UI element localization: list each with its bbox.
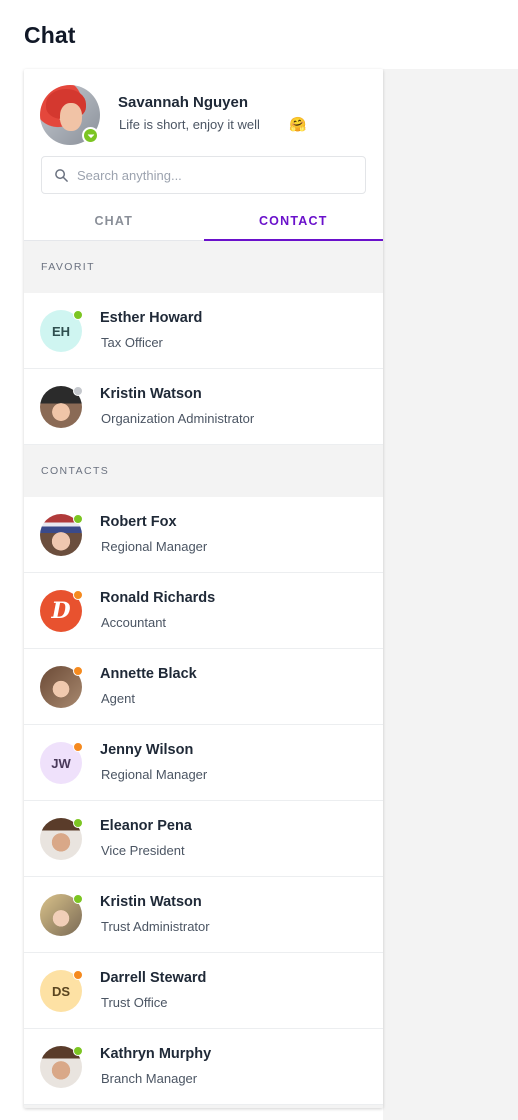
chat-content-area [383, 69, 518, 1120]
contact-role: Trust Administrator [101, 919, 210, 934]
status-dot-away [73, 970, 83, 980]
contact-role: Agent [101, 691, 135, 706]
list-footer-strip [24, 1105, 383, 1108]
profile-header: Savannah Nguyen Life is short, enjoy it … [24, 69, 383, 241]
profile-status-message: Life is short, enjoy it well [119, 117, 260, 132]
contact-row[interactable]: Robert Fox Regional Manager [24, 497, 383, 573]
chevron-down-icon [87, 133, 94, 138]
contact-name: Jenny Wilson [100, 742, 194, 758]
contact-role: Accountant [101, 615, 167, 630]
contact-role: Vice President [101, 843, 185, 858]
contact-role: Trust Office [101, 995, 168, 1010]
tab-bar: CHAT CONTACT [24, 202, 383, 241]
status-dot-away [73, 666, 83, 676]
tab-contact[interactable]: CONTACT [203, 202, 383, 241]
contact-role: Regional Manager [101, 767, 208, 782]
contact-list: FAVORIT EH Esther Howard Tax Officer Kristin… [24, 241, 383, 1108]
profile-name: Savannah Nguyen [118, 94, 249, 111]
contacts-panel: Savannah Nguyen Life is short, enjoy it … [24, 69, 383, 1108]
contact-role: Regional Manager [101, 539, 208, 554]
contact-name: Robert Fox [100, 514, 177, 530]
contact-name: Ronald Richards [100, 590, 216, 606]
section-header-contacts: CONTACTS [24, 445, 383, 497]
status-dot-offline [73, 386, 83, 396]
status-dot-online [73, 514, 83, 524]
hug-emoji-icon: 🤗 [289, 116, 307, 132]
search-input[interactable] [77, 167, 337, 183]
contact-name: Eleanor Pena [100, 818, 192, 834]
contact-row[interactable]: JW Jenny Wilson Regional Manager [24, 725, 383, 801]
status-dot-online [73, 1046, 83, 1056]
contact-name: Kathryn Murphy [100, 1046, 212, 1062]
contact-row[interactable]: Kristin Watson Organization Administrator [24, 369, 383, 445]
avatar-face-shape [60, 103, 82, 131]
status-dropdown-icon[interactable] [82, 127, 99, 144]
contact-name: Kristin Watson [100, 386, 202, 402]
status-dot-online [73, 818, 83, 828]
contact-name: Esther Howard [100, 310, 203, 326]
contact-row[interactable]: Annette Black Agent [24, 649, 383, 725]
contact-row[interactable]: Kathryn Murphy Branch Manager [24, 1029, 383, 1105]
search-icon [55, 168, 68, 182]
contact-row[interactable]: D Ronald Richards Accountant [24, 573, 383, 649]
contact-name: Darrell Steward [100, 970, 207, 986]
contact-role: Tax Officer [101, 335, 163, 350]
section-header-favorit: FAVORIT [24, 241, 383, 293]
status-dot-away [73, 742, 83, 752]
contact-role: Organization Administrator [101, 411, 255, 426]
contact-row[interactable]: Eleanor Pena Vice President [24, 801, 383, 877]
contact-name: Annette Black [100, 666, 197, 682]
contact-row[interactable]: DS Darrell Steward Trust Office [24, 953, 383, 1029]
contact-role: Branch Manager [101, 1071, 198, 1086]
search-box[interactable] [41, 156, 366, 194]
page-title: Chat [24, 22, 76, 48]
status-dot-away [73, 590, 83, 600]
tab-chat[interactable]: CHAT [24, 202, 204, 241]
status-dot-online [73, 310, 83, 320]
contact-row[interactable]: Kristin Watson Trust Administrator [24, 877, 383, 953]
status-dot-online [73, 894, 83, 904]
contact-row[interactable]: EH Esther Howard Tax Officer [24, 293, 383, 369]
contact-name: Kristin Watson [100, 894, 202, 910]
